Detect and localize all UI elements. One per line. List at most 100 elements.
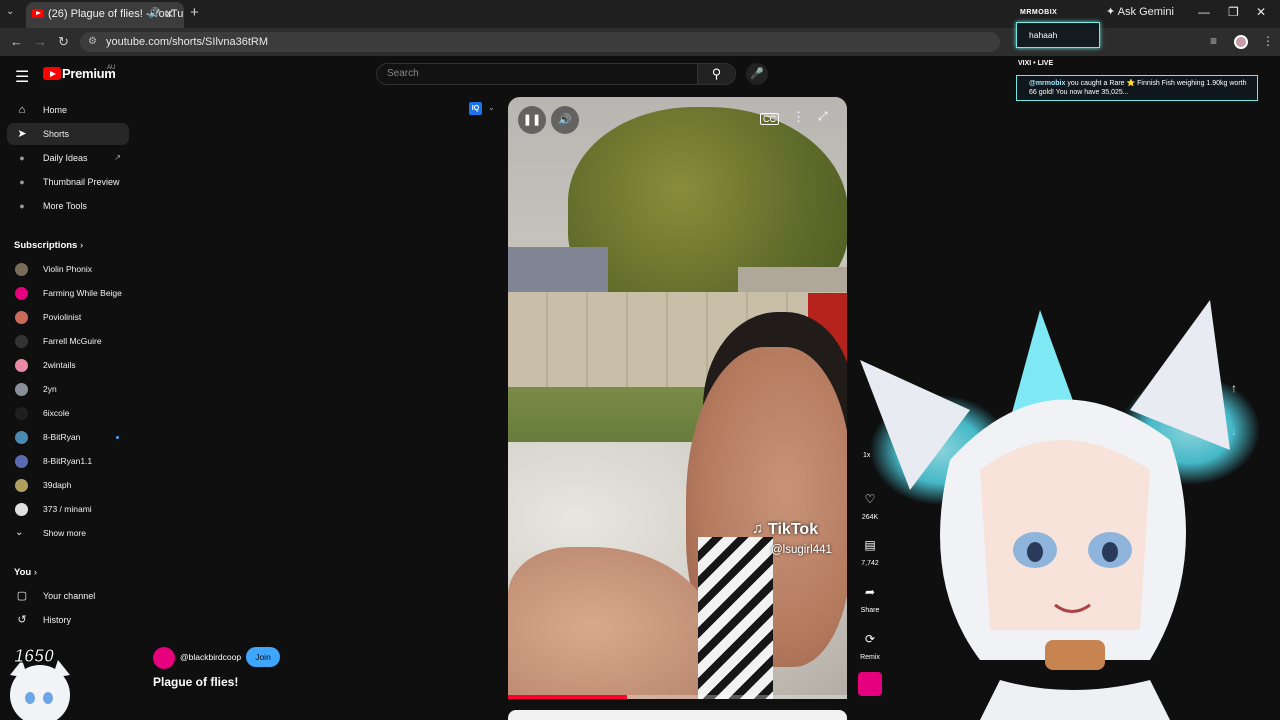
close-window-button[interactable]: ✕	[1256, 5, 1266, 19]
vtuber-avatar-overlay	[860, 300, 1260, 720]
channel-avatar[interactable]	[153, 647, 175, 669]
forward-icon[interactable]: →	[34, 34, 47, 49]
search-input[interactable]: Search	[376, 63, 698, 85]
new-content-dot	[116, 436, 119, 439]
chevron-down-icon[interactable]: ⌄	[488, 103, 495, 112]
sidebar-item-home[interactable]: ⌂ Home	[7, 99, 129, 121]
sidebar-item-your-channel[interactable]: ▢ Your channel	[7, 585, 129, 607]
tool-icon: ●	[19, 201, 25, 211]
sidebar-item-daily-ideas[interactable]: ● Daily Ideas ↗	[7, 147, 129, 169]
chat-header: MRMOBIX	[1020, 9, 1058, 16]
subscription-item[interactable]: 6ixcole	[14, 404, 134, 424]
pause-button[interactable]: ❚❚	[518, 106, 546, 134]
chibi-counter: 1650	[13, 646, 55, 667]
volume-button[interactable]: 🔊	[551, 106, 579, 134]
subscriptions-label: Subscriptions	[14, 240, 78, 251]
tool-icon: ●	[19, 177, 25, 187]
tool-icon: ●	[19, 153, 25, 163]
shorts-video-player[interactable]: ♫ TikTok @lsugirl441 ❚❚ 🔊 CC ⋮ ⤢	[508, 97, 847, 699]
subscription-item[interactable]: 373 / minami	[14, 500, 134, 520]
subscription-item[interactable]: 2yn	[14, 380, 134, 400]
browser-tab[interactable]: (26) Plague of flies! - YouTu 🔊 ✕	[26, 2, 184, 28]
restore-button[interactable]: ❐	[1228, 5, 1239, 19]
subscription-label: Farming While Beige	[43, 288, 122, 298]
site-info-icon[interactable]: ⚙	[88, 32, 97, 52]
subscription-item[interactable]: 39daph	[14, 476, 134, 496]
sidebar-item-shorts[interactable]: ➤ Shorts	[7, 123, 129, 145]
fish-catch-overlay: @mrmobix you caught a Rare ⭐ Finnish Fis…	[1016, 75, 1258, 101]
fullscreen-icon[interactable]: ⤢	[818, 109, 828, 124]
subscriptions-heading[interactable]: Subscriptions ›	[14, 240, 83, 251]
browser-menu-icon[interactable]: ⋮	[1262, 34, 1274, 48]
youtube-logo-icon[interactable]	[43, 67, 61, 80]
fish-user: @mrmobix	[1029, 80, 1066, 87]
more-options-icon[interactable]: ⋮	[792, 109, 805, 125]
extension-badge-icon[interactable]: IQ	[469, 102, 482, 115]
tab-search-icon[interactable]: ⌄	[6, 6, 14, 17]
avatar	[15, 503, 28, 516]
subscription-item[interactable]: Farming While Beige	[14, 284, 134, 304]
show-more-button[interactable]: ⌄ Show more	[14, 524, 134, 544]
sidebar-item-label: Your channel	[43, 591, 96, 601]
chevron-down-icon: ⌄	[15, 527, 24, 538]
subscription-item[interactable]: Farrell McGuire	[14, 332, 134, 352]
subscription-label: 373 / minami	[43, 504, 92, 514]
external-link-icon: ↗	[114, 153, 121, 162]
video-progress-bar[interactable]	[508, 695, 847, 699]
reading-list-icon[interactable]: ≡	[1210, 34, 1217, 48]
mic-icon: 🎤	[750, 68, 764, 80]
new-tab-button[interactable]: +	[190, 4, 199, 21]
subscription-item[interactable]: Poviolinist	[14, 308, 134, 328]
captions-button[interactable]: CC	[760, 113, 779, 125]
url-text: youtube.com/shorts/SIlvna36tRM	[106, 36, 269, 48]
next-short-preview[interactable]	[508, 710, 847, 720]
subscription-item[interactable]: 8-BitRyan	[14, 428, 134, 448]
subscription-item[interactable]: 8-BitRyan1.1	[14, 452, 134, 472]
back-icon[interactable]: ←	[10, 34, 23, 49]
live-header: VIXI • LIVE	[1018, 60, 1054, 67]
chat-message-text: hahaah	[1029, 30, 1058, 40]
video-frame-shirt	[698, 537, 773, 699]
sidebar-item-thumbnail-preview[interactable]: ● Thumbnail Preview	[7, 171, 129, 193]
profile-avatar[interactable]	[1234, 35, 1248, 49]
sidebar-item-label: Shorts	[43, 129, 70, 139]
pause-icon: ❚❚	[522, 114, 542, 126]
video-title: Plague of flies!	[153, 675, 239, 689]
avatar	[15, 407, 28, 420]
avatar	[15, 287, 28, 300]
sidebar-item-history[interactable]: ↺ History	[7, 609, 129, 631]
chevron-right-icon: ›	[79, 240, 84, 251]
search-button[interactable]: ⚲	[698, 63, 736, 85]
join-button[interactable]: Join	[246, 647, 280, 667]
subscription-item[interactable]: 2wintails	[14, 356, 134, 376]
sidebar-item-more-tools[interactable]: ● More Tools	[7, 195, 129, 217]
sidebar-item-label: More Tools	[43, 201, 87, 211]
subscription-label: 8-BitRyan1.1	[43, 456, 93, 466]
omnibox[interactable]: ⚙ youtube.com/shorts/SIlvna36tRM	[80, 32, 1000, 52]
tiktok-username: @lsugirl441	[771, 544, 832, 556]
video-progress-fill	[508, 695, 627, 699]
show-more-label: Show more	[43, 528, 86, 538]
subscription-item[interactable]: Violin Phonix	[14, 260, 134, 280]
minimize-button[interactable]: —	[1198, 5, 1210, 19]
avatar	[15, 383, 28, 396]
history-icon: ↺	[17, 614, 27, 626]
volume-icon: 🔊	[558, 114, 572, 126]
subscription-label: 2wintails	[43, 360, 76, 370]
channel-icon: ▢	[16, 590, 28, 602]
tiktok-watermark: ♫ TikTok	[752, 520, 818, 539]
country-code: AU	[107, 65, 116, 71]
subscription-label: 39daph	[43, 480, 72, 490]
voice-search-button[interactable]: 🎤	[746, 63, 768, 85]
reload-icon[interactable]: ↻	[58, 34, 69, 50]
menu-icon[interactable]: ☰	[15, 67, 29, 87]
ask-gemini-button[interactable]: ✦ Ask Gemini	[1106, 5, 1174, 18]
sidebar-item-label: Daily Ideas	[43, 153, 88, 163]
subscription-label: Poviolinist	[43, 312, 82, 322]
channel-handle[interactable]: @blackbirdcoop	[180, 652, 241, 662]
sidebar-item-label: Thumbnail Preview	[43, 177, 120, 187]
tab-close-icon[interactable]: ✕	[164, 2, 174, 26]
avatar	[15, 311, 28, 324]
tab-audio-icon[interactable]: 🔊	[148, 2, 160, 26]
you-heading[interactable]: You ›	[14, 567, 37, 578]
